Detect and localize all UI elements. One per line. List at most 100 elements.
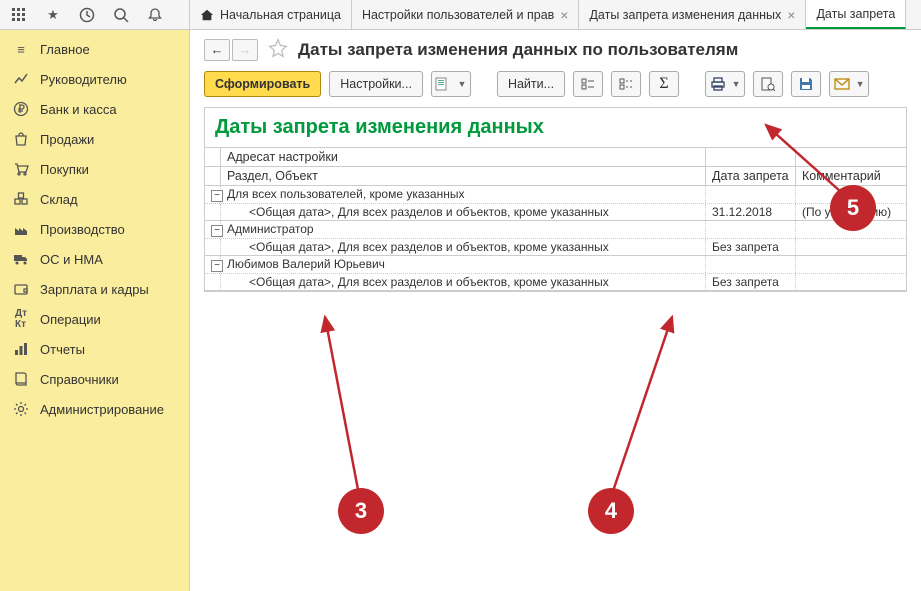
annotation-marker-3: 3 [338, 488, 384, 534]
sum-button[interactable]: Σ [649, 71, 679, 97]
detail-cell: <Общая дата>, Для всех разделов и объект… [221, 274, 706, 290]
sidebar-item-assets[interactable]: ОС и НМА [0, 244, 189, 274]
variants-button[interactable]: ▼ [431, 71, 471, 97]
chevron-down-icon: ▼ [732, 79, 741, 89]
sidebar-item-catalogs[interactable]: Справочники [0, 364, 189, 394]
content-area: ← → Даты запрета изменения данных по пол… [190, 30, 921, 591]
chevron-down-icon: ▼ [457, 79, 466, 89]
tab-label: Настройки пользователей и прав [362, 8, 554, 22]
group-cell: Для всех пользователей, кроме указанных [221, 186, 706, 203]
preview-button[interactable] [753, 71, 783, 97]
group-cell: Администратор [221, 221, 706, 238]
sidebar-item-label: Главное [40, 42, 90, 57]
factory-icon [12, 220, 30, 238]
favorite-star-icon[interactable] [268, 38, 288, 61]
detail-cell: <Общая дата>, Для всех разделов и объект… [221, 239, 706, 255]
back-button[interactable]: ← [204, 39, 230, 61]
apps-icon[interactable] [6, 2, 32, 28]
history-icon[interactable] [74, 2, 100, 28]
save-button[interactable] [791, 71, 821, 97]
button-label: Настройки... [340, 77, 412, 91]
sidebar-item-reports[interactable]: Отчеты [0, 334, 189, 364]
favorite-icon[interactable]: ★ [40, 2, 66, 28]
sidebar-item-label: Продажи [40, 132, 94, 147]
tab-dates-lock-active[interactable]: Даты запрета [806, 0, 906, 29]
report-area: Даты запрета изменения данных Адресат на… [204, 107, 907, 292]
sidebar-item-label: Отчеты [40, 342, 85, 357]
dtkt-icon: ДтКт [12, 310, 30, 328]
settings-button[interactable]: Настройки... [329, 71, 423, 97]
annotation-marker-5: 5 [830, 185, 876, 231]
sidebar-item-label: ОС и НМА [40, 252, 103, 267]
menu-icon: ≡ [12, 40, 30, 58]
generate-button[interactable]: Сформировать [204, 71, 321, 97]
date-cell: Без запрета [706, 274, 796, 290]
system-toolbar: ★ [0, 0, 190, 29]
gear-icon [12, 400, 30, 418]
bars-icon [12, 340, 30, 358]
truck-icon [12, 250, 30, 268]
col-header-comment: Комментарий [796, 167, 906, 185]
sidebar-item-main[interactable]: ≡ Главное [0, 34, 189, 64]
report-title: Даты запрета изменения данных [205, 108, 906, 147]
tabs-bar: Начальная страница Настройки пользовател… [190, 0, 921, 29]
annotation-marker-4: 4 [588, 488, 634, 534]
ruble-icon [12, 100, 30, 118]
book-icon [12, 370, 30, 388]
col-header-recipient: Адресат настройки [221, 148, 706, 166]
sidebar-item-label: Операции [40, 312, 101, 327]
tab-label: Даты запрета [816, 7, 895, 21]
sidebar-item-label: Зарплата и кадры [40, 282, 149, 297]
sidebar-item-sales[interactable]: Продажи [0, 124, 189, 154]
wallet-icon [12, 280, 30, 298]
toolbar: Сформировать Настройки... ▼ Найти... Σ ▼… [190, 67, 921, 107]
forward-button[interactable]: → [232, 39, 258, 61]
sidebar-item-production[interactable]: Производство [0, 214, 189, 244]
tab-home[interactable]: Начальная страница [190, 0, 352, 29]
chart-up-icon [12, 70, 30, 88]
sidebar-item-manager[interactable]: Руководителю [0, 64, 189, 94]
button-label: Найти... [508, 77, 554, 91]
bag-icon [12, 130, 30, 148]
bell-icon[interactable] [142, 2, 168, 28]
page-title: Даты запрета изменения данных по пользов… [298, 40, 738, 60]
sidebar-item-admin[interactable]: Администрирование [0, 394, 189, 424]
group-cell: Любимов Валерий Юрьевич [221, 256, 706, 273]
sidebar-item-hr[interactable]: Зарплата и кадры [0, 274, 189, 304]
col-header-section: Раздел, Объект [221, 167, 706, 185]
find-button[interactable]: Найти... [497, 71, 565, 97]
sidebar-item-warehouse[interactable]: Склад [0, 184, 189, 214]
chevron-down-icon: ▼ [856, 79, 865, 89]
close-icon[interactable]: × [560, 7, 568, 23]
print-button[interactable]: ▼ [705, 71, 745, 97]
boxes-icon [12, 190, 30, 208]
sidebar: ≡ Главное Руководителю Банк и касса Прода… [0, 30, 190, 591]
tab-user-settings[interactable]: Настройки пользователей и прав × [352, 0, 580, 29]
cart-icon [12, 160, 30, 178]
search-icon[interactable] [108, 2, 134, 28]
grid-header: Адресат настройки Раздел, Объект Дата за… [205, 147, 906, 186]
tab-dates-lock[interactable]: Даты запрета изменения данных × [579, 0, 806, 29]
col-header-date: Дата запрета [706, 167, 796, 185]
sidebar-item-bank[interactable]: Банк и касса [0, 94, 189, 124]
sidebar-item-label: Банк и касса [40, 102, 117, 117]
tab-label: Даты запрета изменения данных [589, 8, 781, 22]
email-button[interactable]: ▼ [829, 71, 869, 97]
expand-all-button[interactable] [573, 71, 603, 97]
sidebar-item-operations[interactable]: ДтКт Операции [0, 304, 189, 334]
tab-label: Начальная страница [220, 8, 341, 22]
date-cell: 31.12.2018 [706, 204, 796, 220]
sidebar-item-label: Руководителю [40, 72, 127, 87]
close-icon[interactable]: × [787, 7, 795, 23]
comment-cell [796, 274, 906, 290]
detail-cell: <Общая дата>, Для всех разделов и объект… [221, 204, 706, 220]
sidebar-item-label: Производство [40, 222, 125, 237]
button-label: Сформировать [215, 77, 310, 91]
sidebar-item-label: Склад [40, 192, 78, 207]
sidebar-item-label: Покупки [40, 162, 89, 177]
sidebar-item-label: Справочники [40, 372, 119, 387]
date-cell: Без запрета [706, 239, 796, 255]
sidebar-item-purchases[interactable]: Покупки [0, 154, 189, 184]
collapse-all-button[interactable] [611, 71, 641, 97]
sidebar-item-label: Администрирование [40, 402, 164, 417]
